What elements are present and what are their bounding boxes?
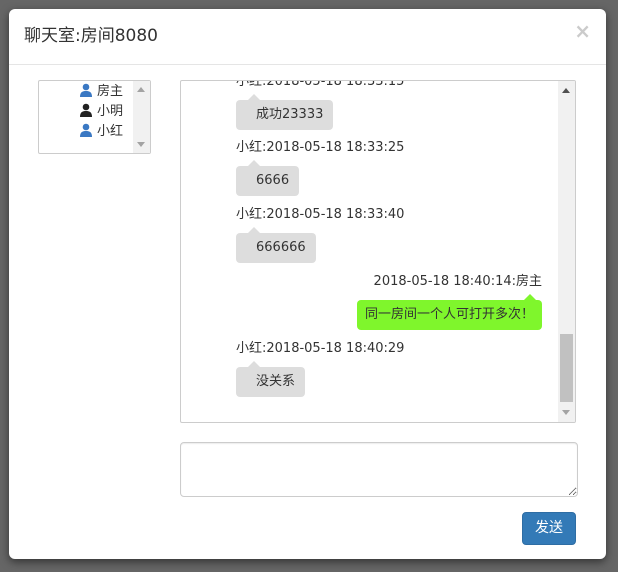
user-name: 房主 — [97, 84, 124, 99]
scroll-down-arrow-icon[interactable] — [562, 410, 570, 415]
message-meta: 小红:2018-05-18 18:33:15 — [236, 80, 405, 89]
message-meta: 小红:2018-05-18 18:33:25 — [236, 140, 405, 155]
message-bubble: 666666 — [236, 227, 316, 263]
scroll-down-arrow-icon[interactable] — [137, 142, 145, 147]
user-icon — [80, 103, 92, 117]
message-bubble-own: 同一房间一个人可打开多次！ — [356, 294, 542, 330]
modal-title: 聊天室:房间8080 — [24, 26, 158, 46]
send-button[interactable]: 发送 — [522, 512, 576, 545]
user-list-scrollbar[interactable] — [133, 81, 150, 153]
scroll-up-arrow-icon[interactable] — [137, 87, 145, 92]
user-icon — [80, 123, 92, 137]
chat-room-modal: 聊天室:房间8080 × 房主 小明 小红 小红:2018-05-18 18:3… — [9, 9, 606, 559]
user-name: 小明 — [97, 104, 124, 119]
message-input[interactable] — [180, 442, 578, 497]
scroll-thumb[interactable] — [560, 334, 573, 402]
user-icon — [80, 83, 92, 97]
chat-messages-panel[interactable]: 小红:2018-05-18 18:33:15 成功23333 小红:2018-0… — [180, 80, 576, 423]
scroll-up-arrow-icon[interactable] — [562, 88, 570, 93]
message-bubble: 成功23333 — [236, 94, 334, 130]
user-list[interactable]: 房主 小明 小红 — [38, 80, 151, 154]
chat-scrollbar[interactable] — [558, 81, 575, 422]
message-meta: 小红:2018-05-18 18:33:40 — [236, 207, 405, 222]
modal-header: 聊天室:房间8080 × — [9, 9, 606, 65]
message-bubble: 6666 — [236, 160, 300, 196]
close-icon[interactable]: × — [574, 21, 591, 41]
message-meta: 小红:2018-05-18 18:40:29 — [236, 341, 405, 356]
message-bubble: 没关系 — [236, 361, 306, 397]
user-name: 小红 — [97, 124, 124, 139]
message-meta-own: 2018-05-18 18:40:14:房主 — [373, 274, 542, 289]
user-list-item[interactable]: 小明 — [79, 102, 123, 122]
user-list-item[interactable]: 小红 — [79, 122, 123, 142]
user-list-item[interactable]: 房主 — [79, 82, 123, 102]
